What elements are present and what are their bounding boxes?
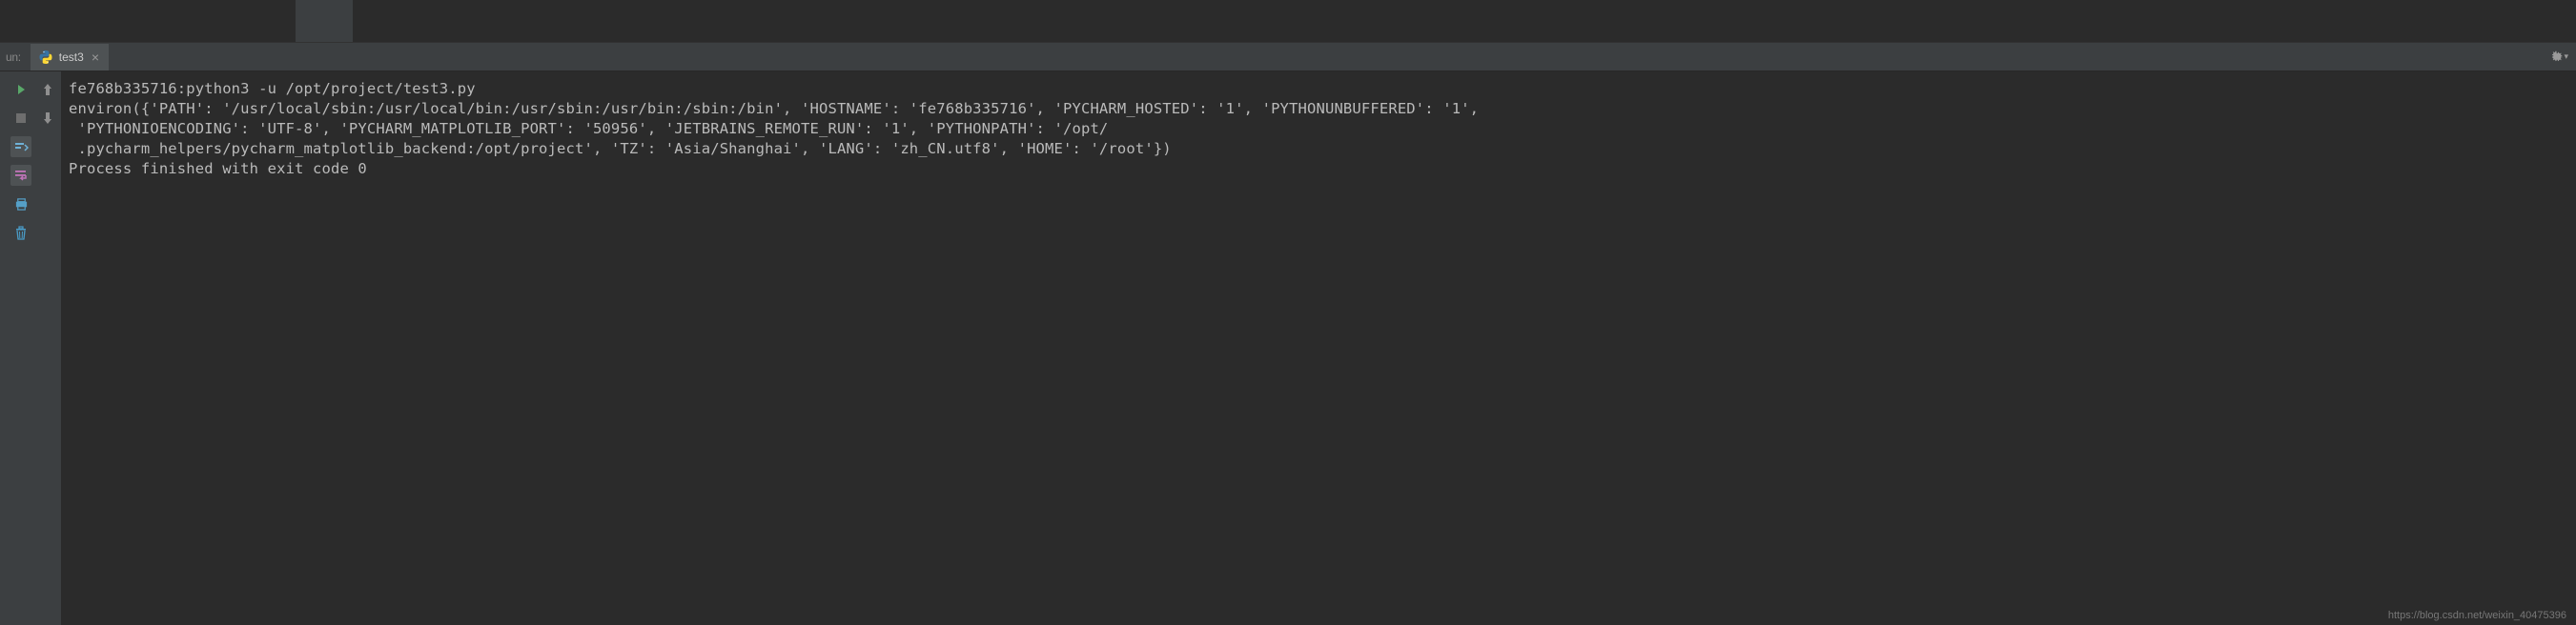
run-panel-tab-row: un: test3 × ▾ (0, 43, 2576, 71)
stop-button[interactable] (10, 108, 31, 129)
gutter-left (0, 71, 8, 625)
top-bar (0, 0, 2576, 43)
gear-icon (2548, 50, 2564, 65)
console-line: Process finished with exit code 0 (69, 159, 2576, 179)
console-line: 'PYTHONIOENCODING': 'UTF-8', 'PYCHARM_MA… (69, 119, 2576, 139)
top-bar-left-dark (0, 0, 296, 42)
console-toolbar (8, 71, 34, 625)
auto-scroll-button[interactable] (10, 136, 31, 157)
close-icon[interactable]: × (90, 50, 101, 65)
rerun-button[interactable] (10, 79, 31, 100)
console-toolbar-2 (34, 71, 61, 625)
run-tab-test3[interactable]: test3 × (31, 44, 109, 71)
console-line: environ({'PATH': '/usr/local/sbin:/usr/l… (69, 99, 2576, 119)
panel-label: un: (0, 50, 27, 64)
console-output[interactable]: fe768b335716:python3 -u /opt/project/tes… (61, 71, 2576, 625)
trash-button[interactable] (10, 222, 31, 243)
python-icon (38, 50, 53, 65)
soft-wrap-button[interactable] (10, 165, 31, 186)
panel-settings[interactable]: ▾ (2548, 50, 2568, 65)
down-arrow-button[interactable] (37, 108, 58, 129)
console-line: .pycharm_helpers/pycharm_matplotlib_back… (69, 139, 2576, 159)
main-area: fe768b335716:python3 -u /opt/project/tes… (0, 71, 2576, 625)
up-arrow-button[interactable] (37, 79, 58, 100)
console-line: fe768b335716:python3 -u /opt/project/tes… (69, 79, 2576, 99)
tab-label: test3 (59, 50, 84, 64)
top-bar-right-dark (353, 0, 2576, 42)
watermark: https://blog.csdn.net/weixin_40475396 (2388, 610, 2566, 621)
print-button[interactable] (10, 193, 31, 214)
